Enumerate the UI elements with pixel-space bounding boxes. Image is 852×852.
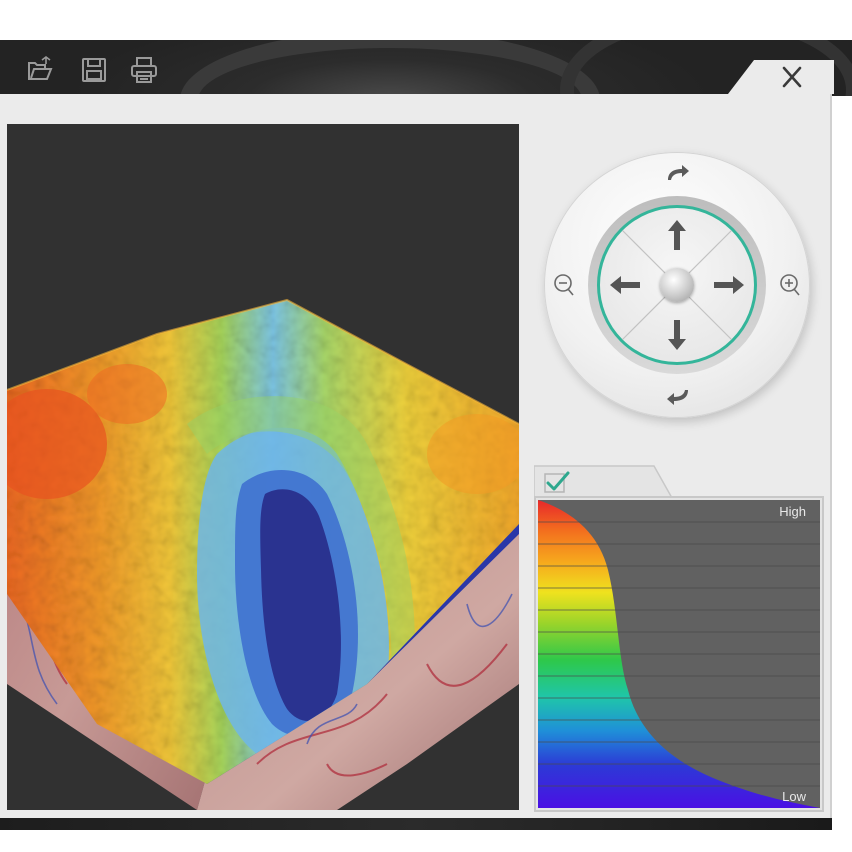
legend-low-label: Low (782, 789, 806, 804)
legend-high-label: High (779, 504, 806, 519)
zoom-in-icon[interactable] (776, 272, 802, 303)
toolbar (0, 40, 852, 96)
reset-center-button[interactable] (660, 268, 694, 302)
legend-tab (534, 464, 674, 498)
main-panel: High Low (0, 94, 832, 818)
save-icon[interactable] (80, 56, 108, 84)
close-tab (728, 60, 834, 94)
checkmark-icon (544, 471, 570, 493)
zoom-out-icon[interactable] (550, 272, 576, 303)
open-folder-icon[interactable] (26, 56, 54, 84)
legend-toggle-checkbox[interactable] (544, 470, 570, 494)
rotate-counterclockwise-icon[interactable] (665, 388, 691, 411)
bottom-strip (0, 818, 832, 830)
3d-viewport[interactable] (7, 124, 519, 810)
pan-right-icon[interactable] (714, 275, 744, 300)
color-scale-legend: High Low (534, 496, 824, 812)
close-icon (782, 66, 802, 88)
pan-down-icon[interactable] (667, 320, 687, 355)
close-button[interactable] (778, 64, 806, 90)
rotate-clockwise-icon[interactable] (665, 164, 691, 187)
toolbar-background-ring (180, 40, 600, 96)
3d-surface-map (7, 298, 519, 810)
print-icon[interactable] (130, 56, 158, 84)
pan-up-icon[interactable] (667, 220, 687, 255)
pan-left-icon[interactable] (610, 275, 640, 300)
navigation-dial (544, 152, 810, 418)
color-scale-chart (538, 500, 820, 808)
